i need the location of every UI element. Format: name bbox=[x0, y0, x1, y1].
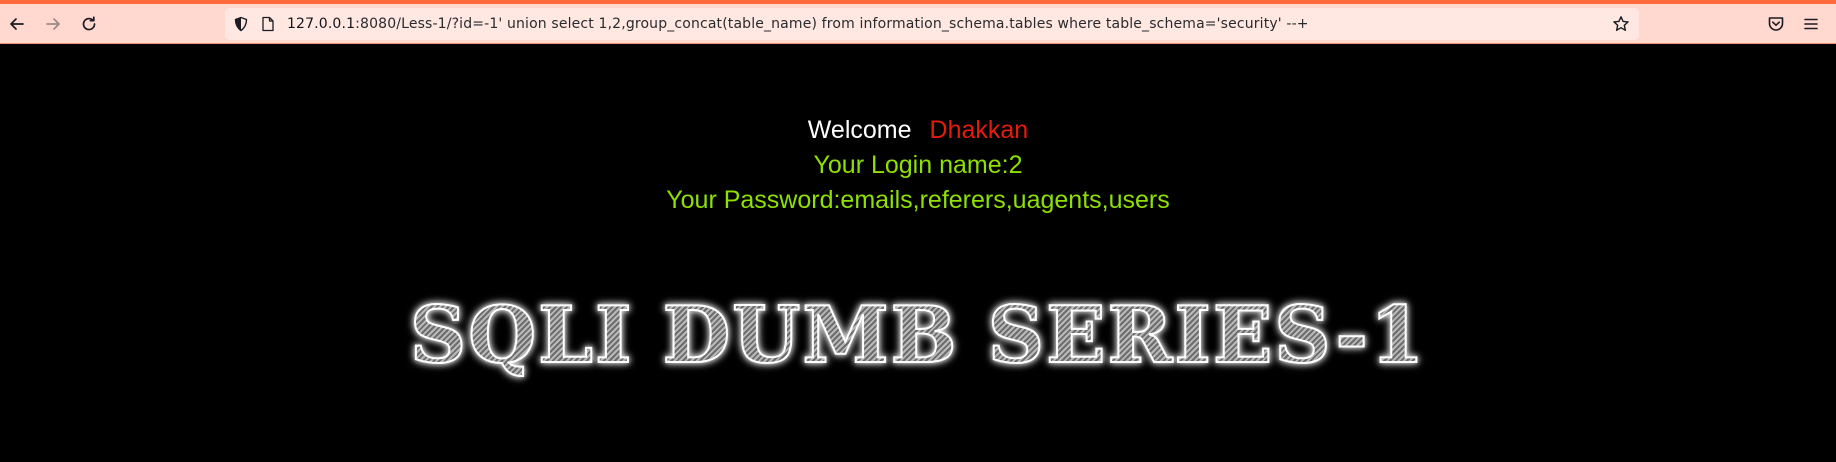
page-content: Welcome Dhakkan Your Login name:2 Your Pa… bbox=[0, 45, 1836, 462]
series-banner: SQLI DUMB SERIES-1 bbox=[0, 289, 1836, 382]
welcome-name: Dhakkan bbox=[929, 116, 1029, 144]
reload-button[interactable] bbox=[75, 10, 103, 38]
back-button[interactable] bbox=[3, 10, 31, 38]
browser-toolbar: 127.0.0.1:8080/Less-1/?id=-1' union sele… bbox=[0, 4, 1836, 44]
url-bar[interactable]: 127.0.0.1:8080/Less-1/?id=-1' union sele… bbox=[225, 8, 1639, 40]
page-icon bbox=[259, 15, 277, 33]
password-line: Your Password:emails,referers,uagents,us… bbox=[666, 186, 1170, 214]
url-text[interactable]: 127.0.0.1:8080/Less-1/?id=-1' union sele… bbox=[287, 8, 1309, 40]
reload-icon bbox=[82, 16, 96, 31]
login-name-line: Your Login name:2 bbox=[813, 151, 1023, 179]
star-icon[interactable] bbox=[1612, 15, 1630, 33]
welcome-line: Welcome Dhakkan bbox=[0, 116, 1836, 145]
url-host: 127.0.0.1 bbox=[287, 16, 356, 32]
arrow-right-icon bbox=[46, 18, 60, 30]
menu-button[interactable] bbox=[1797, 10, 1825, 38]
url-path: :8080/Less-1/?id=-1' union select 1,2,gr… bbox=[355, 16, 1309, 32]
shield-icon[interactable] bbox=[232, 15, 250, 33]
forward-button[interactable] bbox=[39, 10, 67, 38]
arrow-left-icon bbox=[10, 18, 24, 30]
hamburger-menu-icon bbox=[1804, 18, 1818, 30]
pocket-button[interactable] bbox=[1762, 10, 1790, 38]
pocket-icon bbox=[1768, 17, 1784, 31]
welcome-label: Welcome bbox=[807, 116, 912, 144]
banner-title: SQLI DUMB SERIES-1 bbox=[409, 289, 1427, 382]
